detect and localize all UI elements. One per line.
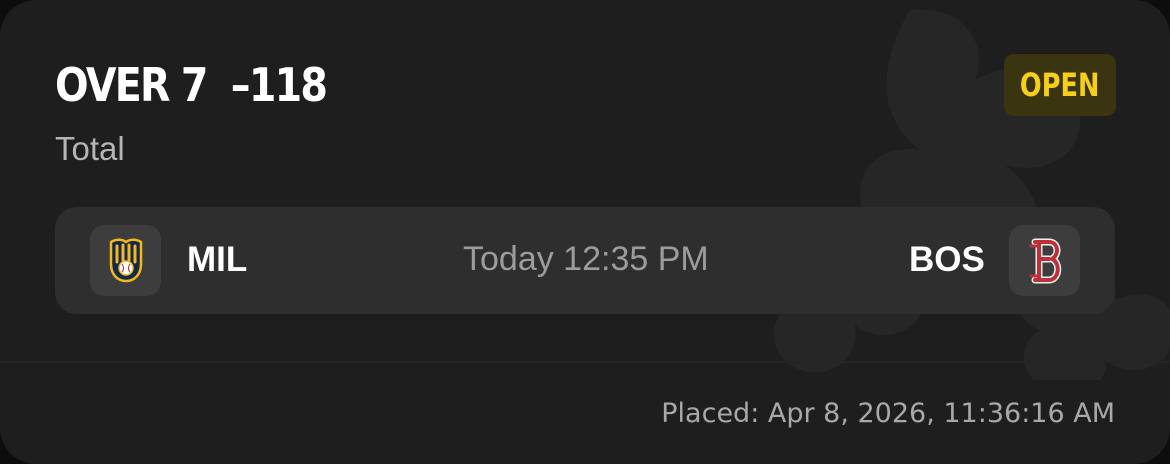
away-team-logo [90,225,161,296]
matchup-row[interactable]: MIL Today 12:35 PM BOS [55,207,1115,314]
home-team-logo [1009,225,1080,296]
bet-title: OVER 7 –118 [55,58,328,112]
bet-type-label: Total [55,130,125,167]
red-sox-logo-icon [1029,238,1061,283]
home-team-name: BOS [909,240,985,279]
game-time: Today 12:35 PM [463,240,709,278]
placed-timestamp: Placed: Apr 8, 2026, 11:36:16 AM [661,398,1115,429]
away-team-name: MIL [187,240,248,279]
status-label: OPEN [1020,66,1100,104]
bet-card[interactable]: OVER 7 –118 Total OPEN MIL Today 12:35 P… [0,0,1170,464]
divider [0,361,1170,363]
brewers-logo-icon [109,238,142,282]
status-badge: OPEN [1004,54,1116,116]
